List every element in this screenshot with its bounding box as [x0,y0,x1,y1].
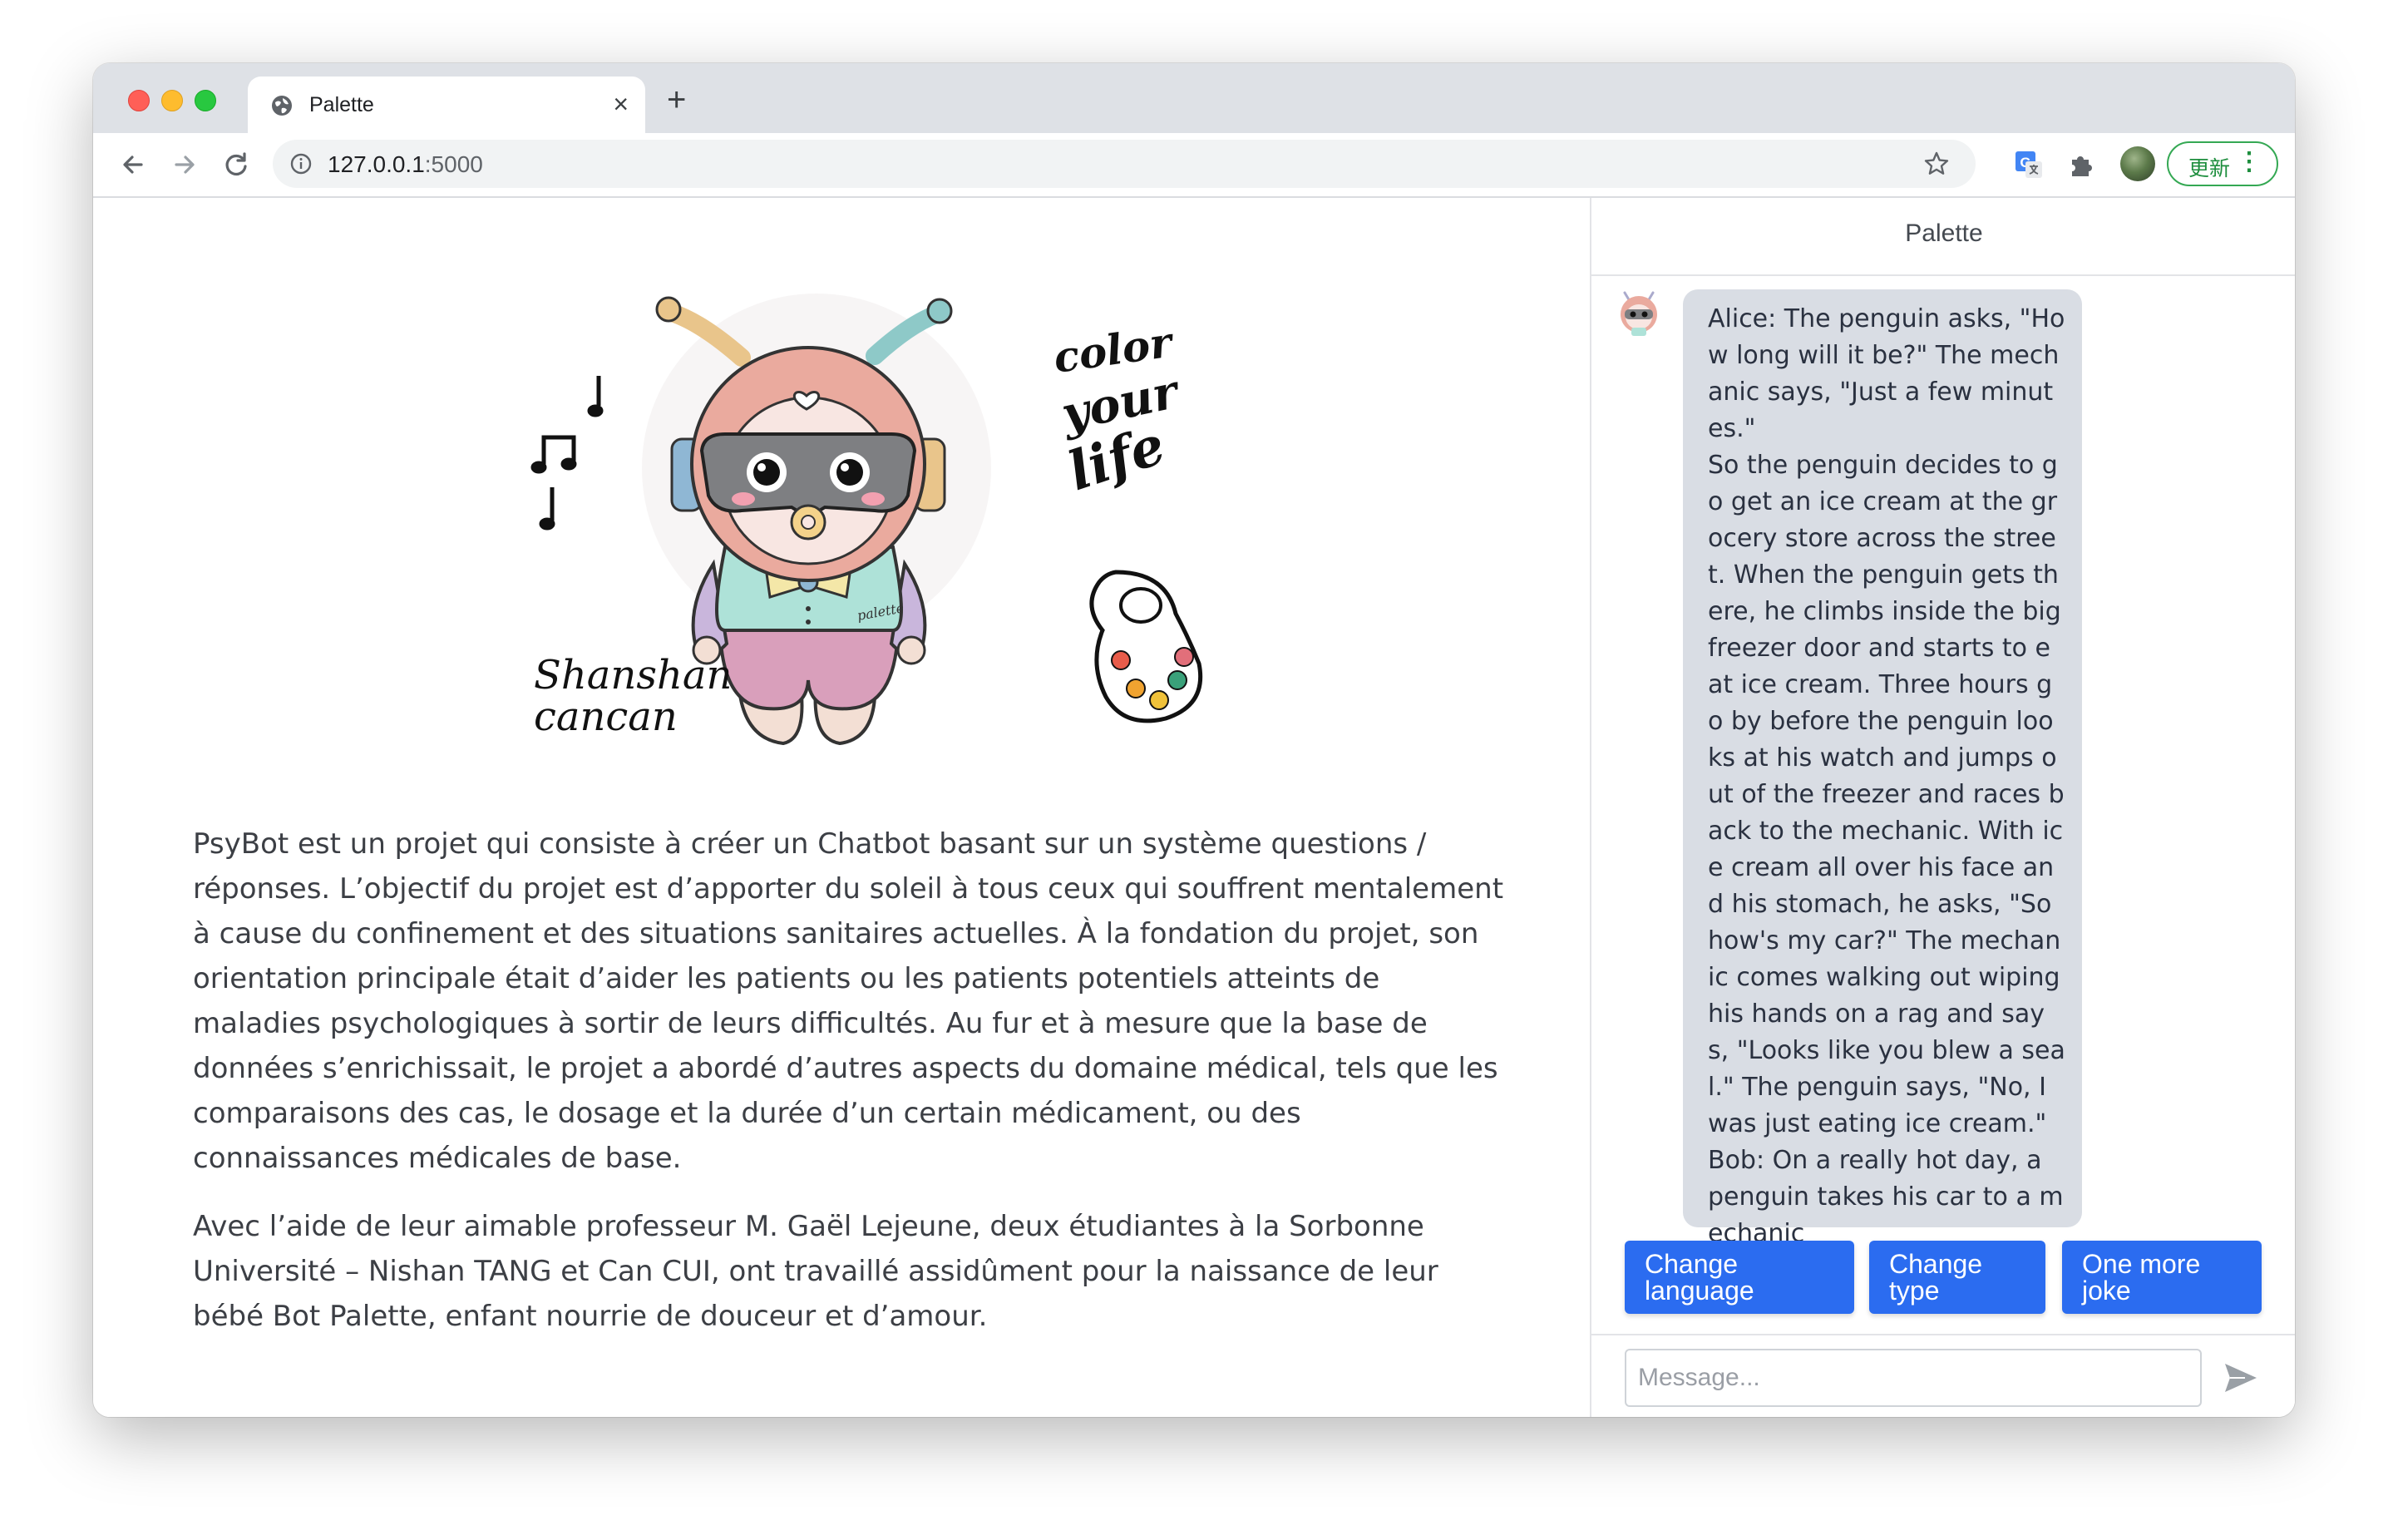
chat-title: Palette [1905,220,1983,247]
change-language-button[interactable]: Change language [1625,1241,1854,1314]
intro-panel: palette Shanshan cancan color your life … [93,198,1590,1417]
url-text: 127.0.0.1:5000 [328,151,483,178]
address-bar[interactable]: 127.0.0.1:5000 [273,140,1976,188]
tab-palette[interactable]: Palette × [248,77,645,133]
reload-icon[interactable] [220,148,253,181]
close-window-button[interactable] [128,90,150,111]
bot-message-bubble: Alice: The penguin asks, "How long will … [1683,289,2082,1248]
intro-paragraph-2: Avec l’aide de leur aimable professeur M… [193,1210,1438,1333]
browser-toolbar: 127.0.0.1:5000 G 更新 ⋮ [93,133,2295,198]
more-icon: ⋮ [2237,148,2262,175]
back-icon[interactable] [116,148,150,181]
hero-illustration: palette Shanshan cancan color your life [530,294,1203,746]
chat-panel: Palette Alice: The penguin asks, "How lo… [1590,198,2295,1417]
globe-icon [272,96,292,116]
tab-strip: Palette × + [93,63,2295,133]
info-icon[interactable] [289,152,313,175]
profile-avatar[interactable] [2120,146,2155,181]
change-type-button[interactable]: Change type [1869,1241,2045,1314]
music-notes-icon [530,376,604,531]
message-composer [1591,1334,2295,1417]
minimize-window-button[interactable] [161,90,183,111]
url-host: 127.0.0.1 [328,151,425,177]
send-icon[interactable] [2222,1359,2260,1397]
close-icon[interactable]: × [613,90,629,118]
translate-icon[interactable]: G [2012,148,2045,181]
star-icon[interactable] [1922,150,1951,178]
zoom-window-button[interactable] [195,90,216,111]
bot-avatar [1621,291,1657,336]
update-label: 更新 [2188,157,2231,180]
tab-title: Palette [309,93,374,116]
intro-paragraph-1: PsyBot est un projet qui consiste à crée… [193,827,1504,1175]
bot-message-text: Alice: The penguin asks, "How long will … [1708,304,2065,1248]
update-button[interactable]: 更新 ⋮ [2167,141,2278,186]
new-tab-button[interactable]: + [667,83,686,116]
message-input[interactable] [1625,1349,2202,1407]
chat-header: Palette [1591,198,2295,276]
handwriting-cancan: cancan [534,693,678,740]
palette-icon [1089,570,1203,723]
page-content: palette Shanshan cancan color your life … [93,198,2295,1417]
url-port: :5000 [424,151,483,177]
handwriting-shanshan: Shanshan [534,652,732,698]
browser-window: Palette × + 127.0.0.1:5000 G 更新 ⋮ palett… [93,63,2295,1417]
extensions-icon[interactable] [2065,148,2099,181]
forward-icon[interactable] [168,148,201,181]
one-more-joke-button[interactable]: One more joke [2062,1241,2262,1314]
